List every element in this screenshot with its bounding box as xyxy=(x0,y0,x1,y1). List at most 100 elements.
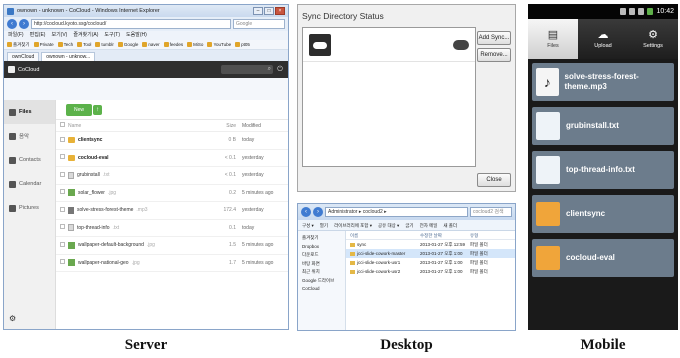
file-name[interactable]: clientsync xyxy=(78,137,102,143)
toolbar-item[interactable]: 전자 메일 xyxy=(420,220,438,230)
new-button[interactable]: New xyxy=(66,103,93,116)
favorite-link[interactable]: 즐겨찾기 xyxy=(7,40,30,49)
menu-item[interactable]: 도움말(H) xyxy=(126,31,147,40)
sidebar-item-1[interactable]: 음악 xyxy=(4,124,55,148)
table-row[interactable]: wallpaper-default-background .jpg 1.5 5 min… xyxy=(56,237,288,255)
menu-item[interactable]: 파일(F) xyxy=(8,31,24,40)
table-row[interactable]: solve-stress-forest-theme .mp3 172.4 yester… xyxy=(56,202,288,220)
nav-pane-item[interactable]: Dropbox xyxy=(298,243,345,252)
list-item[interactable]: jcci-slide-cowork-master 2013-01-27 오후 1:… xyxy=(346,249,515,258)
tab-upload[interactable]: ☁ Upload xyxy=(578,19,628,59)
row-checkbox[interactable] xyxy=(60,171,65,177)
file-name[interactable]: wallpaper-default-background xyxy=(78,242,144,248)
file-name[interactable]: top-thread-info xyxy=(77,225,110,231)
file-name[interactable]: solve-stress-forest-theme xyxy=(77,207,133,213)
back-icon[interactable]: ‹ xyxy=(7,19,17,29)
sidebar-item-4[interactable]: Pictures xyxy=(4,196,55,220)
menu-item[interactable]: 편집(E) xyxy=(30,31,46,40)
table-row[interactable]: solar_flower .jpg 0.2 5 minutes ago xyxy=(56,185,288,202)
menu-item[interactable]: 즐겨찾기(A) xyxy=(73,31,98,40)
browser-tab[interactable]: ownown - unknow... xyxy=(41,52,96,61)
forward-icon[interactable]: › xyxy=(313,207,323,217)
list-item[interactable]: jcci-slide-cowork-usr2 2013-01-27 오후 1:00… xyxy=(346,267,515,276)
close-button[interactable]: × xyxy=(275,7,285,15)
toolbar-item[interactable]: 라이브러리에 포함 ▾ xyxy=(334,220,372,230)
upload-icon[interactable]: ↑ xyxy=(93,104,103,115)
favorite-link[interactable]: Tech xyxy=(57,40,73,49)
settings-gear-icon[interactable]: ⚙ xyxy=(9,314,16,323)
column-size[interactable]: Size xyxy=(212,123,242,129)
favorite-link[interactable]: feedes xyxy=(163,40,183,49)
app-search-input[interactable]: ⌕ xyxy=(221,65,273,74)
list-item[interactable]: cocloud-eval xyxy=(532,239,674,277)
nav-pane-item[interactable]: Google 드라이브 xyxy=(298,277,345,286)
forward-icon[interactable]: › xyxy=(19,19,29,29)
list-item[interactable]: clientsync xyxy=(532,195,674,233)
back-icon[interactable]: ‹ xyxy=(301,207,311,217)
tab-settings[interactable]: ⚙ Settings xyxy=(628,19,678,59)
file-name[interactable]: grubinstall xyxy=(77,172,100,178)
file-name[interactable]: solar_flower xyxy=(78,190,105,196)
sidebar-item-2[interactable]: Contacts xyxy=(4,148,55,172)
nav-pane-item[interactable]: 즐겨찾기 xyxy=(298,234,345,243)
favorite-link[interactable]: pt05 xyxy=(235,40,250,49)
explorer-path[interactable]: Administrator ▸ cocloud2 ▸ xyxy=(325,207,468,217)
column-name[interactable]: 이름 xyxy=(350,231,420,239)
table-row[interactable]: clientsync 0 B today xyxy=(56,132,288,150)
browser-tab[interactable]: ownCloud xyxy=(7,52,40,61)
row-checkbox[interactable] xyxy=(60,259,65,265)
favorite-link[interactable]: MiSo xyxy=(187,40,203,49)
row-checkbox[interactable] xyxy=(60,206,65,212)
row-checkbox[interactable] xyxy=(60,189,65,195)
list-item[interactable]: jcci-slide-cowork-usr1 2013-01-27 오후 1:00… xyxy=(346,258,515,267)
column-modified[interactable]: Modified xyxy=(242,123,288,129)
toolbar-item[interactable]: 구성 ▾ xyxy=(302,220,314,230)
table-row[interactable]: cocloud-eval < 0.1 yesterday xyxy=(56,150,288,167)
url-input[interactable]: http://cocloud.kyoto.ssg/cocloud/ xyxy=(31,19,231,29)
nav-pane-item[interactable]: 다운로드 xyxy=(298,251,345,260)
remove-button[interactable]: Remove... xyxy=(477,48,511,62)
list-item[interactable]: sync 2013-01-27 오후 12:59 파일 폴더 xyxy=(346,240,515,249)
favorite-link[interactable]: Tool xyxy=(77,40,91,49)
menu-item[interactable]: 보기(V) xyxy=(51,31,67,40)
column-name[interactable]: Name xyxy=(68,123,212,129)
list-item[interactable]: top-thread-info.txt xyxy=(532,151,674,189)
browser-search-input[interactable]: Google xyxy=(233,19,285,29)
row-checkbox[interactable] xyxy=(60,154,65,160)
favorite-link[interactable]: naver xyxy=(142,40,160,49)
add-sync-button[interactable]: Add Sync... xyxy=(477,31,511,45)
nav-pane-item[interactable]: 최근 위치 xyxy=(298,268,345,277)
file-name[interactable]: cocloud-eval xyxy=(78,155,109,161)
row-checkbox[interactable] xyxy=(60,241,65,247)
toolbar-item[interactable]: 열기 xyxy=(320,220,328,230)
toolbar-item[interactable]: 굽기 xyxy=(405,220,413,230)
nav-pane-item[interactable]: 바탕 화면 xyxy=(298,260,345,269)
close-button[interactable]: Close xyxy=(477,173,511,187)
favorite-link[interactable]: YouTube xyxy=(207,40,231,49)
user-menu-icon[interactable]: ⏻ xyxy=(276,66,284,74)
select-all-checkbox[interactable] xyxy=(60,122,65,127)
row-checkbox[interactable] xyxy=(60,224,65,230)
tab-files[interactable]: ▤ Files xyxy=(528,19,578,59)
row-checkbox[interactable] xyxy=(60,136,65,142)
favorite-link[interactable]: tumblr xyxy=(95,40,114,49)
list-item[interactable]: ♪ solve-stress-forest-theme.mp3 xyxy=(532,63,674,101)
table-row[interactable]: top-thread-info .txt 0.1 today xyxy=(56,220,288,237)
sync-directory-row[interactable] xyxy=(303,28,475,62)
table-row[interactable]: wallpaper-national-geo .jpg 1.7 5 minutes a… xyxy=(56,255,288,272)
explorer-search-input[interactable]: cocloud2 검색 xyxy=(470,207,512,217)
minimize-button[interactable]: – xyxy=(253,7,263,15)
favorite-link[interactable]: Google xyxy=(117,40,138,49)
column-date[interactable]: 수정한 날짜 xyxy=(420,231,470,239)
sidebar-item-3[interactable]: Calendar xyxy=(4,172,55,196)
list-item[interactable]: grubinstall.txt xyxy=(532,107,674,145)
favorite-link[interactable]: Private xyxy=(33,40,54,49)
toolbar-item[interactable]: 새 폴더 xyxy=(443,220,457,230)
menu-item[interactable]: 도구(T) xyxy=(104,31,120,40)
column-type[interactable]: 유형 xyxy=(470,231,500,239)
table-row[interactable]: grubinstall .txt < 0.1 yesterday xyxy=(56,167,288,185)
file-name[interactable]: wallpaper-national-geo xyxy=(78,260,129,266)
maximize-button[interactable]: □ xyxy=(264,7,274,15)
nav-pane-item[interactable]: CoCloud xyxy=(298,285,345,294)
sidebar-item-0[interactable]: Files xyxy=(4,100,55,124)
